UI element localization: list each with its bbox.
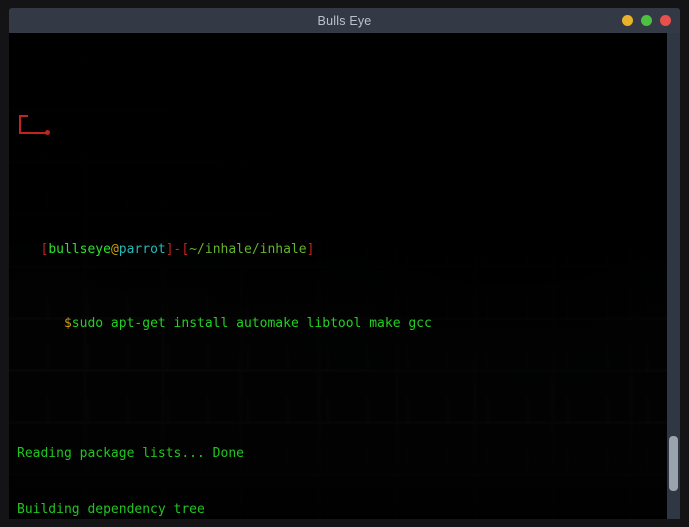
window-title: Bulls Eye: [317, 13, 372, 28]
maximize-button[interactable]: [641, 15, 652, 26]
terminal-window: Bulls Eye [bullseye@parrot]-[~/inhale/in…: [0, 0, 689, 527]
prompt-sigil-1: $: [63, 315, 72, 331]
terminal-output: [bullseye@parrot]-[~/inhale/inhale] $sud…: [9, 33, 680, 519]
output-line: Reading package lists... Done: [17, 446, 244, 462]
close-button[interactable]: [660, 15, 671, 26]
command-line-1[interactable]: $sudo apt-get install automake libtool m…: [17, 315, 680, 334]
command-text-1: sudo apt-get install automake libtool ma…: [71, 315, 432, 331]
prompt-at-1: @: [110, 241, 119, 257]
prompt-line-1: [bullseye@parrot]-[~/inhale/inhale] $sud…: [17, 110, 680, 370]
prompt-path-1: ~/inhale/inhale: [189, 241, 307, 257]
bracket-close: ]-[: [165, 241, 190, 257]
output-line: Building dependency tree: [17, 501, 205, 517]
prompt-corner-bottom-icon: [19, 132, 47, 135]
bracket-close-2: ]: [306, 241, 315, 257]
window-controls: [622, 8, 671, 33]
terminal-screen[interactable]: [bullseye@parrot]-[~/inhale/inhale] $sud…: [9, 33, 680, 519]
prompt-host-1: parrot: [118, 241, 166, 257]
prompt-user-1: bullseye: [48, 241, 111, 257]
terminal-scrollbar[interactable]: [667, 33, 680, 519]
title-bar[interactable]: Bulls Eye: [9, 8, 680, 33]
minimize-button[interactable]: [622, 15, 633, 26]
prompt-header-1: [bullseye@parrot]-[~/inhale/inhale]: [17, 241, 680, 260]
prompt-arrow-dot-icon: [45, 130, 50, 136]
scrollbar-thumb[interactable]: [669, 436, 678, 491]
